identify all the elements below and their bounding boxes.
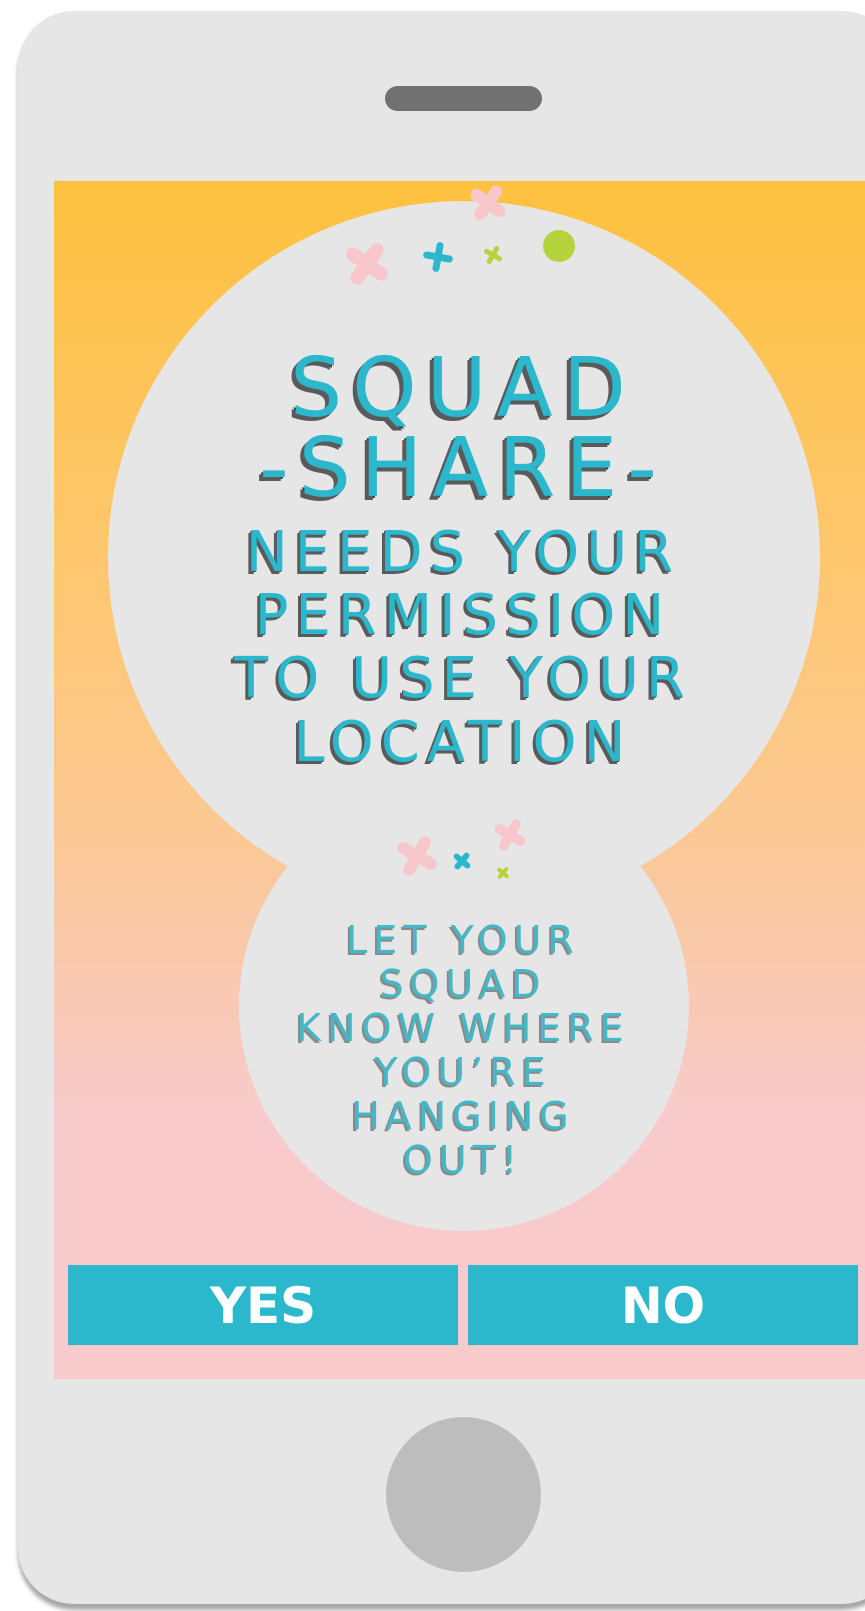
tagline-line-6: OUT! [402,1138,524,1182]
app-screen: SQUAD -SHARE- NEEDS YOUR PERMISSION TO U… [54,181,865,1379]
permission-text-line-1: NEEDS YOUR [245,520,681,585]
phone-frame: SQUAD -SHARE- NEEDS YOUR PERMISSION TO U… [18,11,865,1604]
app-title-line-2: -SHARE- [259,421,667,516]
tagline-line-2: SQUAD [379,962,547,1006]
yes-button[interactable]: YES [68,1265,458,1345]
phone-home-button[interactable] [386,1417,541,1572]
tagline-line-1: LET YOUR [346,918,580,962]
green-dot-icon [543,230,575,262]
phone-speaker [385,86,542,111]
no-button[interactable]: NO [468,1265,858,1345]
permission-text-line-2: PERMISSION [254,583,672,648]
permission-text-line-4: LOCATION [293,710,633,775]
tagline-line-5: HANGING [351,1094,575,1138]
tagline-line-3: KNOW WHERE [296,1006,630,1050]
tagline-line-4: YOU’RE [374,1050,552,1094]
permission-text-line-3: TO USE YOUR [234,646,692,711]
